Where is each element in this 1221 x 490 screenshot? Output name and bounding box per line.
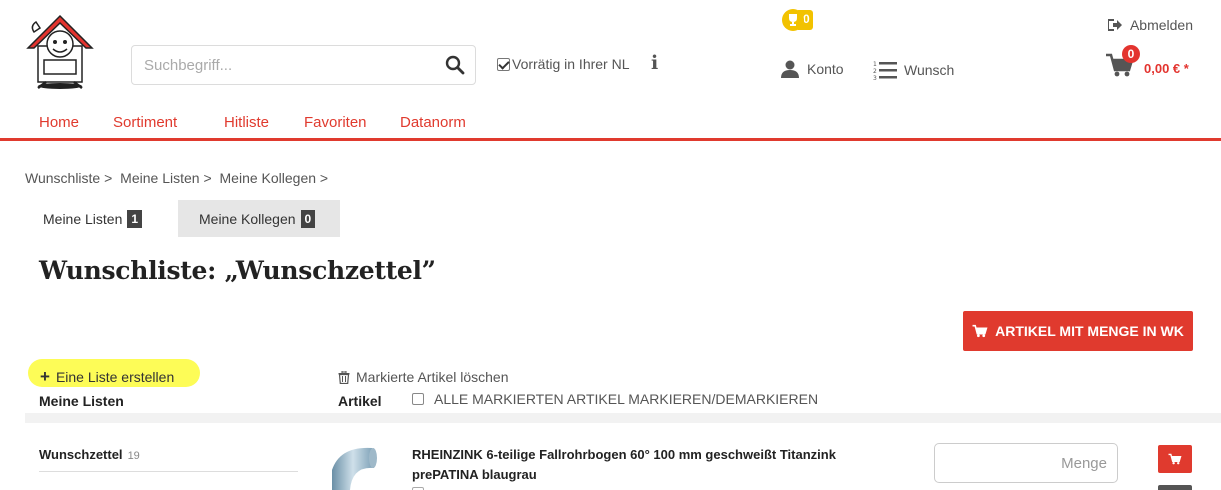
logo[interactable] [24,14,96,90]
nav-hitliste[interactable]: Hitliste [224,114,269,131]
tab-meine-kollegen-count: 0 [300,209,316,228]
nav-home[interactable]: Home [39,114,79,131]
stock-checkbox[interactable] [497,57,510,71]
create-list-label: Eine Liste erstellen [55,369,175,385]
add-to-cart-label: ARTIKEL MIT MENGE IN WK [995,323,1184,339]
cart-icon [1168,453,1182,465]
main-nav: Home Sortiment Hitliste Favoriten Datano… [0,104,1221,141]
svg-text:2: 2 [873,68,877,75]
search-box [131,45,476,85]
account-label: Konto [807,61,844,77]
stock-label: Vorrätig in Ihrer NL [512,56,630,72]
cart-button[interactable]: 0 0,00 € * [1105,45,1195,82]
search-input[interactable] [132,46,432,84]
account-link[interactable]: Konto [780,60,844,78]
user-icon [781,60,799,78]
tab-meine-listen-label: Meine Listen [43,210,123,227]
mark-all-checkbox[interactable] [412,393,424,405]
page-title: Wunschliste: „Wunschzettel” [39,256,436,285]
list-item-name: Wunschzettel [39,447,123,462]
list-item-count: 19 [127,450,140,462]
create-list-link[interactable]: + Eine Liste erstellen [40,367,175,386]
svg-text:3: 3 [873,75,877,80]
tab-meine-kollegen[interactable]: Meine Kollegen 0 [178,200,340,237]
divider [25,413,1221,423]
breadcrumb: Wunschliste > Meine Listen > Meine Kolle… [25,170,332,186]
delete-marked-link[interactable]: Markierte Artikel löschen [338,369,509,385]
logout-label: Abmelden [1129,17,1193,33]
nav-sortiment[interactable]: Sortiment [113,114,177,131]
breadcrumb-meine-listen[interactable]: Meine Listen > [120,170,211,186]
tab-meine-kollegen-label: Meine Kollegen [199,210,296,227]
nav-datanorm[interactable]: Datanorm [400,114,466,131]
cart-count-badge: 0 [1122,45,1140,63]
quantity-input[interactable] [935,444,1117,482]
delete-marked-label: Markierte Artikel löschen [356,369,509,385]
cart-total: 0,00 € * [1144,61,1189,76]
trash-icon [338,370,350,384]
trophy-icon [782,9,804,31]
wishlist-link[interactable]: 1 2 3 Wunsch [873,60,954,80]
add-to-cart-button[interactable]: ARTIKEL MIT MENGE IN WK [963,311,1193,351]
list-divider [39,471,298,472]
cart-icon [972,324,988,338]
product-image[interactable] [330,440,400,490]
search-icon[interactable] [445,55,465,75]
logout-icon [1107,19,1122,31]
add-item-to-cart-button[interactable] [1158,445,1192,473]
info-icon[interactable]: i [651,52,658,74]
list-item-wunschzettel[interactable]: Wunschzettel 19 [39,447,140,462]
nav-favoriten[interactable]: Favoriten [304,114,367,131]
wishlist-label: Wunsch [904,62,955,78]
product-title[interactable]: RHEINZINK 6-teilige Fallrohrbogen 60° 10… [412,445,892,485]
lists-header: Meine Listen [39,393,124,409]
tab-meine-listen[interactable]: Meine Listen 1 [25,200,171,237]
logo-house-image [26,14,94,89]
breadcrumb-meine-kollegen[interactable]: Meine Kollegen > [220,170,329,186]
tab-meine-listen-count: 1 [127,209,143,228]
secondary-action-button[interactable] [1158,485,1192,490]
svg-text:1: 1 [873,61,877,68]
breadcrumb-wunschliste[interactable]: Wunschliste > [25,170,112,186]
articles-header: Artikel [338,393,382,409]
mark-all-toggle[interactable]: ALLE MARKIERTEN ARTIKEL MARKIEREN/DEMARK… [412,391,818,407]
logout-link[interactable]: Abmelden [1107,17,1193,33]
plus-icon: + [40,367,50,386]
mark-all-label: ALLE MARKIERTEN ARTIKEL MARKIEREN/DEMARK… [434,391,819,407]
quantity-field [934,443,1118,483]
stock-filter[interactable]: Vorrätig in Ihrer NL [497,56,630,72]
list-icon: 1 2 3 [873,61,897,80]
